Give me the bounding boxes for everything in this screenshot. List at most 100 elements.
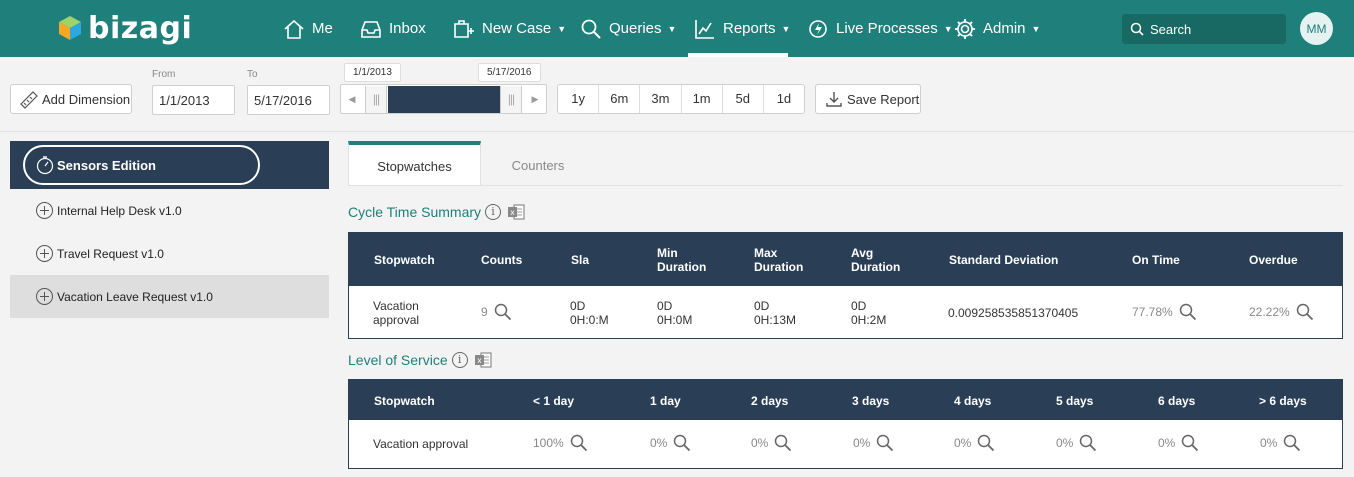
gear-icon (955, 18, 975, 39)
magnifier-icon[interactable] (1283, 434, 1301, 452)
top-navigation-bar: bizagi Me Inbox New Case ▼ Queries ▼ Rep… (0, 0, 1354, 57)
cell-value: 0% (954, 436, 972, 450)
bizagi-logo[interactable]: bizagi (58, 10, 192, 46)
sidebar-header[interactable]: Sensors Edition (10, 141, 329, 189)
magnifier-icon[interactable] (570, 434, 588, 452)
expand-plus-icon[interactable] (36, 288, 53, 305)
date-range-slider[interactable]: ◀ ||| ||| ▶ (340, 84, 547, 114)
magnifier-icon[interactable] (1079, 434, 1097, 452)
level-of-service-title: Level of Service i x (348, 352, 492, 368)
nav-new-case[interactable]: New Case ▼ (453, 0, 566, 57)
col-sla: Sla (571, 253, 590, 267)
range-selection[interactable] (388, 86, 500, 113)
excel-export-icon[interactable]: x (507, 204, 525, 220)
cell-max-line1: 0D (754, 299, 770, 313)
magnifier-icon[interactable] (977, 434, 995, 452)
tab-underline (348, 185, 1343, 186)
zoom-1d-button[interactable]: 1d (764, 85, 804, 113)
nav-queries[interactable]: Queries ▼ (580, 0, 676, 57)
add-dimension-button[interactable]: Add Dimension (10, 84, 132, 114)
ruler-icon (20, 91, 38, 109)
col-1-day: 1 day (650, 394, 681, 408)
nav-reports[interactable]: Reports ▼ (694, 0, 790, 57)
info-icon[interactable]: i (451, 352, 468, 368)
excel-export-icon[interactable]: x (474, 352, 492, 368)
sidebar-item-internal-help-desk[interactable]: Internal Help Desk v1.0 (10, 189, 329, 232)
range-end-handle[interactable]: ||| (500, 86, 522, 113)
svg-text:x: x (477, 356, 482, 365)
nav-reports-label: Reports (723, 20, 776, 37)
range-right-arrow-icon[interactable]: ▶ (524, 85, 546, 113)
col-on-time: On Time (1132, 253, 1180, 267)
global-search[interactable] (1122, 14, 1286, 44)
cell-avg-line2: 0H:2M (851, 313, 887, 327)
save-report-label: Save Report (847, 91, 920, 107)
magnifier-icon[interactable] (1181, 434, 1199, 452)
expand-plus-icon[interactable] (36, 202, 53, 219)
col-min-duration-line1: Min (657, 246, 678, 260)
cell-value: 0% (853, 436, 871, 450)
col-overdue: Overdue (1249, 253, 1298, 267)
cell-3-days: 0% (853, 434, 894, 452)
reports-icon (695, 19, 714, 39)
search-input[interactable] (1150, 21, 1270, 37)
zoom-1m-button[interactable]: 1m (682, 85, 723, 113)
nav-admin[interactable]: Admin ▼ (954, 0, 1040, 57)
range-start-handle[interactable]: ||| (365, 86, 387, 113)
sidebar-item-vacation-leave-request[interactable]: Vacation Leave Request v1.0 (10, 275, 329, 318)
range-left-arrow-icon[interactable]: ◀ (341, 85, 363, 113)
cycle-time-header-row: Stopwatch Counts Sla Min Duration Max Du… (349, 233, 1342, 286)
zoom-5d-button[interactable]: 5d (723, 85, 764, 113)
sidebar-item-label: Vacation Leave Request v1.0 (57, 289, 213, 304)
level-of-service-header-row: Stopwatch < 1 day 1 day 2 days 3 days 4 … (349, 380, 1342, 420)
cell-on-time: 77.78% (1132, 303, 1197, 321)
col-2-days: 2 days (751, 394, 789, 408)
magnifier-icon[interactable] (876, 434, 894, 452)
nav-me[interactable]: Me (283, 0, 333, 57)
sidebar-item-label: Travel Request v1.0 (57, 246, 164, 261)
info-icon[interactable]: i (485, 204, 502, 220)
nav-new-case-label: New Case (482, 20, 552, 37)
nav-me-label: Me (312, 20, 333, 37)
to-date-input[interactable] (247, 85, 330, 115)
cell-stopwatch-line1: Vacation (373, 299, 419, 313)
chevron-down-icon: ▼ (1031, 23, 1041, 34)
save-report-button[interactable]: Save Report (815, 84, 921, 114)
col-lt-1-day: < 1 day (533, 394, 575, 408)
nav-live-processes[interactable]: Live Processes ▼ (807, 0, 953, 57)
col-counts: Counts (481, 253, 523, 267)
sensors-edition-item[interactable]: Sensors Edition (23, 145, 260, 185)
sidebar-header-label: Sensors Edition (57, 157, 156, 173)
cell-counts: 9 (481, 303, 512, 321)
cell-min-line2: 0H:0M (657, 313, 693, 327)
zoom-6m-button[interactable]: 6m (599, 85, 641, 113)
nav-queries-label: Queries (609, 20, 662, 37)
cell-sla-line1: 0D (570, 299, 586, 313)
cycle-time-summary-label: Cycle Time Summary (348, 204, 482, 220)
chevron-down-icon: ▼ (557, 23, 567, 34)
zoom-1y-button[interactable]: 1y (558, 85, 600, 113)
nav-live-processes-label: Live Processes (836, 20, 938, 37)
magnifier-icon[interactable] (494, 303, 512, 321)
tab-stopwatches[interactable]: Stopwatches (348, 141, 481, 185)
level-of-service-label: Level of Service (348, 352, 448, 368)
cell-value: 0% (1260, 436, 1278, 450)
zoom-3m-button[interactable]: 3m (640, 85, 682, 113)
user-avatar[interactable]: MM (1300, 12, 1333, 45)
expand-plus-icon[interactable] (36, 245, 53, 262)
magnifier-icon[interactable] (1179, 303, 1197, 321)
magnifier-icon[interactable] (774, 434, 792, 452)
bizagi-logo-icon (59, 16, 81, 40)
sidebar-item-travel-request[interactable]: Travel Request v1.0 (10, 232, 329, 275)
magnifier-icon[interactable] (673, 434, 691, 452)
nav-inbox[interactable]: Inbox (360, 0, 426, 57)
magnifier-icon[interactable] (1296, 303, 1314, 321)
new-case-icon (454, 19, 474, 38)
chevron-down-icon: ▼ (943, 23, 953, 34)
col-min-duration-line2: Duration (657, 260, 707, 274)
nav-inbox-label: Inbox (389, 20, 426, 37)
from-date-input[interactable] (152, 85, 235, 115)
logo-text: bizagi (88, 10, 193, 46)
tab-counters[interactable]: Counters (481, 141, 595, 185)
cell-overdue: 22.22% (1249, 303, 1314, 321)
